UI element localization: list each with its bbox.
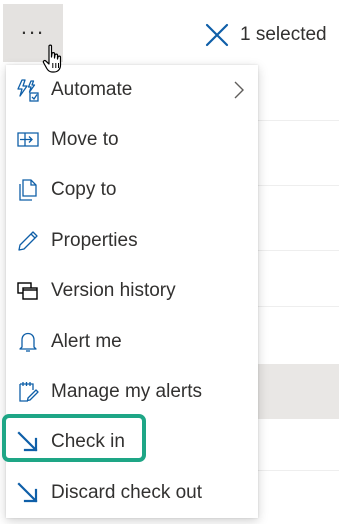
list-row-divider	[258, 250, 339, 251]
list-row-divider	[258, 306, 339, 307]
list-row-divider	[258, 470, 339, 471]
discard-check-out-arrow-icon	[16, 481, 40, 505]
selected-list-row[interactable]	[258, 364, 339, 419]
list-row-divider	[258, 120, 339, 121]
menu-item-alert-me[interactable]: Alert me	[6, 318, 258, 366]
bell-icon	[16, 330, 40, 354]
copy-to-icon	[16, 178, 40, 202]
menu-item-label: Discard check out	[51, 482, 203, 503]
selection-status: 1 selected	[204, 16, 327, 54]
menu-item-move-to[interactable]: Move to	[6, 116, 258, 164]
manage-alerts-icon	[16, 380, 40, 404]
menu-item-version-history[interactable]: Version history	[6, 267, 258, 315]
version-history-icon	[16, 279, 40, 303]
check-in-arrow-icon	[16, 430, 40, 454]
menu-item-label: Version history	[51, 280, 176, 301]
menu-item-label: Manage my alerts	[51, 381, 203, 402]
more-actions-menu: Automate Move to Copy to Properties Vers…	[2, 65, 258, 518]
menu-item-properties[interactable]: Properties	[6, 217, 258, 265]
menu-item-manage-my-alerts[interactable]: Manage my alerts	[6, 368, 258, 416]
menu-item-copy-to[interactable]: Copy to	[6, 166, 258, 214]
chevron-right-icon	[234, 81, 244, 99]
menu-item-discard-check-out[interactable]: Discard check out	[6, 469, 258, 517]
page: ... 1 selected Automate Move to Copy to …	[0, 0, 339, 524]
automate-icon	[16, 78, 40, 102]
menu-item-label: Check in	[51, 431, 125, 452]
selected-count-text: 1 selected	[240, 24, 327, 45]
menu-item-check-in[interactable]: Check in	[2, 414, 258, 466]
menu-item-label: Move to	[51, 129, 119, 150]
close-icon[interactable]	[204, 22, 230, 48]
ellipsis-icon: ...	[20, 14, 46, 39]
move-to-icon	[16, 128, 40, 152]
menu-item-label: Automate	[51, 79, 133, 100]
menu-item-label: Alert me	[51, 331, 122, 352]
menu-item-label: Properties	[51, 230, 138, 251]
menu-item-label: Copy to	[51, 179, 117, 200]
list-row-divider	[258, 185, 339, 186]
hand-cursor-icon	[42, 44, 62, 73]
pencil-icon	[16, 229, 40, 253]
